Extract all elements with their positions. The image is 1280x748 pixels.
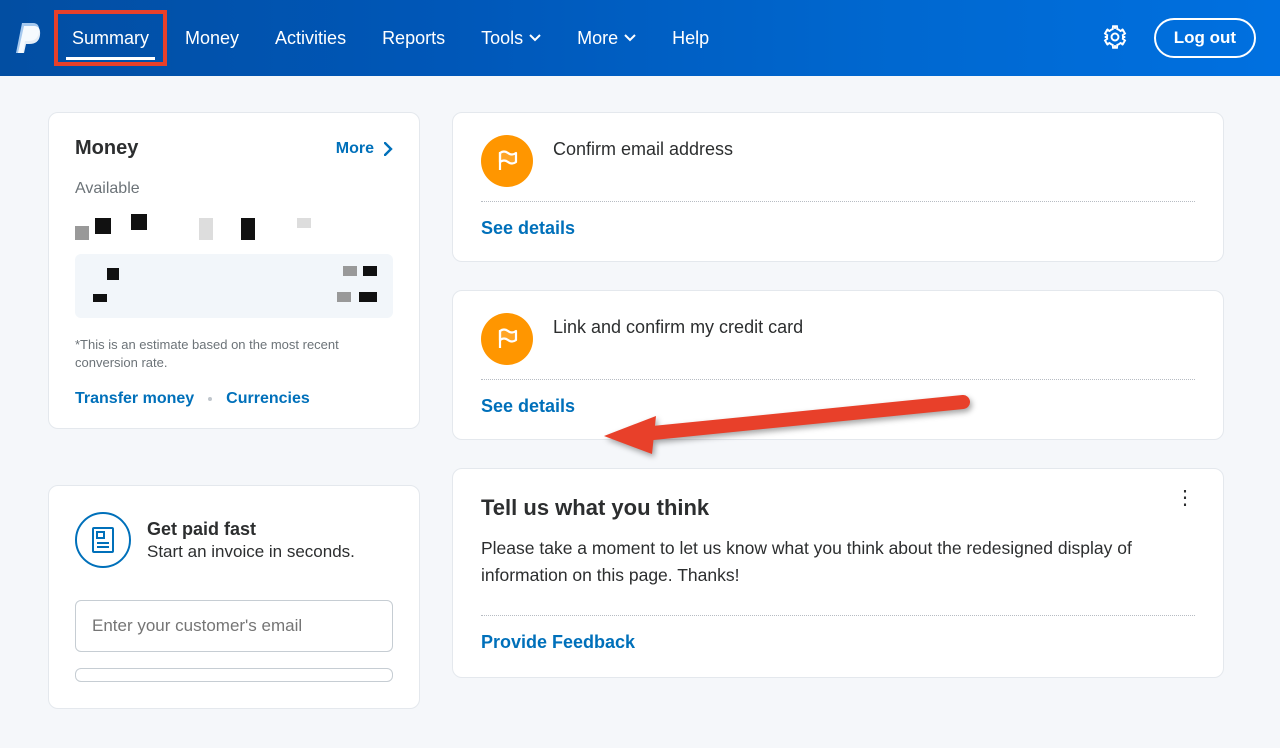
invoice-icon-circle xyxy=(75,512,131,568)
flag-icon xyxy=(494,326,520,352)
notification-confirm-email: Confirm email address See details xyxy=(452,112,1224,262)
flag-icon-circle xyxy=(481,313,533,365)
nav-item-help[interactable]: Help xyxy=(654,0,727,76)
nav-item-reports[interactable]: Reports xyxy=(364,0,463,76)
nav-item-more[interactable]: More xyxy=(559,0,654,76)
nav-label: Money xyxy=(185,28,239,49)
divider xyxy=(481,379,1195,380)
nav-item-tools[interactable]: Tools xyxy=(463,0,559,76)
second-input-stub[interactable] xyxy=(75,668,393,682)
get-paid-title: Get paid fast xyxy=(147,519,355,540)
redacted-balance-primary xyxy=(75,214,393,240)
conversion-footnote: *This is an estimate based on the most r… xyxy=(75,336,393,372)
nav-label: Summary xyxy=(72,28,149,49)
nav-label: Reports xyxy=(382,28,445,49)
flag-icon-circle xyxy=(481,135,533,187)
nav-links: Summary Money Activities Reports Tools M… xyxy=(54,0,727,76)
logout-button[interactable]: Log out xyxy=(1154,18,1256,58)
divider xyxy=(481,615,1195,616)
nav-label: Help xyxy=(672,28,709,49)
see-details-link[interactable]: See details xyxy=(481,218,1195,239)
provide-feedback-link[interactable]: Provide Feedback xyxy=(481,632,1195,653)
feedback-body: Please take a moment to let us know what… xyxy=(481,535,1195,589)
flag-icon xyxy=(494,148,520,174)
feedback-title: Tell us what you think xyxy=(481,495,709,521)
logout-label: Log out xyxy=(1174,28,1236,47)
notification-link-card: Link and confirm my credit card See deta… xyxy=(452,290,1224,440)
kebab-menu[interactable]: ⋮ xyxy=(1175,495,1195,501)
available-label: Available xyxy=(75,180,393,198)
more-label: More xyxy=(336,140,374,158)
money-card: Money More Available xyxy=(48,112,420,429)
nav-item-money[interactable]: Money xyxy=(167,0,257,76)
divider xyxy=(481,201,1195,202)
see-details-link[interactable]: See details xyxy=(481,396,1195,417)
chevron-down-icon xyxy=(624,34,636,42)
money-more-link[interactable]: More xyxy=(336,140,393,158)
chevron-down-icon xyxy=(529,34,541,42)
get-paid-subtitle: Start an invoice in seconds. xyxy=(147,542,355,562)
currencies-link[interactable]: Currencies xyxy=(226,390,310,408)
customer-email-input[interactable] xyxy=(75,600,393,652)
balance-secondary-block xyxy=(75,254,393,318)
separator-dot xyxy=(208,397,212,401)
nav-item-activities[interactable]: Activities xyxy=(257,0,364,76)
feedback-card: Tell us what you think ⋮ Please take a m… xyxy=(452,468,1224,678)
money-title: Money xyxy=(75,137,138,160)
chevron-right-icon xyxy=(384,142,393,156)
notification-title: Confirm email address xyxy=(553,135,733,160)
nav-label: More xyxy=(577,28,618,49)
nav-label: Activities xyxy=(275,28,346,49)
get-paid-card: Get paid fast Start an invoice in second… xyxy=(48,485,420,709)
paypal-logo xyxy=(8,18,48,58)
nav-item-summary[interactable]: Summary xyxy=(54,10,167,66)
notification-title: Link and confirm my credit card xyxy=(553,313,803,338)
top-navbar: Summary Money Activities Reports Tools M… xyxy=(0,0,1280,76)
gear-icon xyxy=(1102,24,1128,50)
invoice-icon xyxy=(90,526,116,554)
settings-button[interactable] xyxy=(1102,24,1130,52)
nav-label: Tools xyxy=(481,28,523,49)
transfer-money-link[interactable]: Transfer money xyxy=(75,390,194,408)
